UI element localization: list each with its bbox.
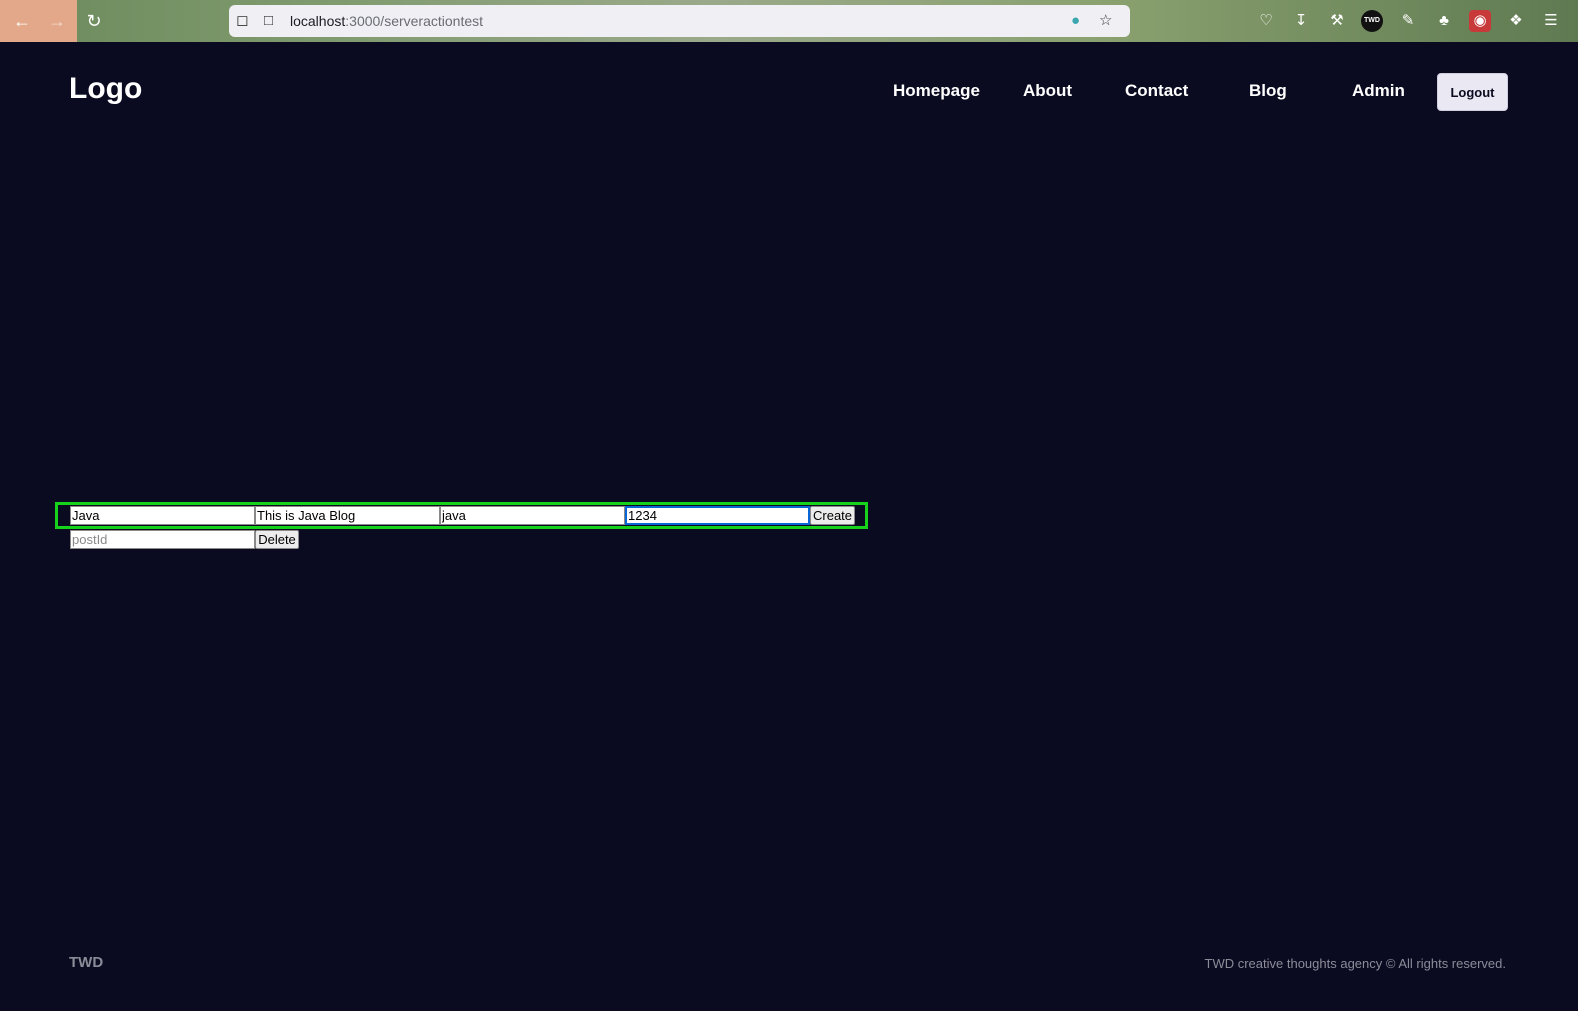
create-button[interactable]: Create (810, 506, 855, 525)
red-extension-icon[interactable]: ◉ (1469, 10, 1491, 32)
notes-icon[interactable]: ✎ (1397, 10, 1419, 32)
shield-icon[interactable]: ◻ (236, 9, 248, 33)
forward-arrow-icon[interactable]: → (45, 9, 69, 33)
download-icon[interactable]: ↧ (1290, 10, 1312, 32)
nav-admin[interactable]: Admin (1352, 81, 1405, 101)
site-logo[interactable]: Logo (69, 72, 142, 106)
wrench-icon[interactable]: ⚒ (1326, 10, 1348, 32)
footer-copyright: TWD creative thoughts agency © All right… (1204, 956, 1506, 971)
back-arrow-icon[interactable]: ← (10, 9, 34, 33)
reload-icon[interactable]: ↻ (82, 9, 106, 33)
description-input[interactable] (255, 506, 440, 525)
url-text[interactable]: localhost:3000/serveractiontest (290, 5, 483, 37)
star-icon[interactable]: ☆ (1099, 9, 1112, 33)
browser-toolbar: ← → ↻ ◻ □ localhost:3000/serveractiontes… (0, 0, 1578, 42)
nav-blog[interactable]: Blog (1249, 81, 1287, 101)
nav-contact[interactable]: Contact (1125, 81, 1188, 101)
page-icon: □ (264, 12, 274, 29)
nav-homepage[interactable]: Homepage (893, 81, 980, 101)
extension-icon[interactable]: ● (1071, 9, 1080, 33)
menu-icon[interactable]: ☰ (1540, 10, 1562, 32)
user-id-input[interactable] (625, 506, 810, 525)
puzzle-icon[interactable]: ❖ (1505, 10, 1527, 32)
nav-about[interactable]: About (1023, 81, 1072, 101)
slug-input[interactable] (440, 506, 625, 525)
post-id-input[interactable] (70, 530, 255, 549)
twd-extension-label: TWD (1364, 17, 1380, 24)
delete-button[interactable]: Delete (255, 530, 299, 549)
logout-button[interactable]: Logout (1437, 73, 1508, 111)
address-bar[interactable]: ◻ □ localhost:3000/serveractiontest ● ☆ (229, 5, 1130, 37)
url-path: :3000/serveractiontest (345, 13, 484, 29)
footer-brand: TWD (69, 954, 104, 971)
gnome-icon[interactable]: ♣ (1433, 10, 1455, 32)
title-input[interactable] (70, 506, 255, 525)
twd-extension-icon[interactable]: TWD (1361, 10, 1383, 32)
url-host: localhost (290, 13, 346, 29)
pocket-icon[interactable]: ♡ (1255, 10, 1277, 32)
